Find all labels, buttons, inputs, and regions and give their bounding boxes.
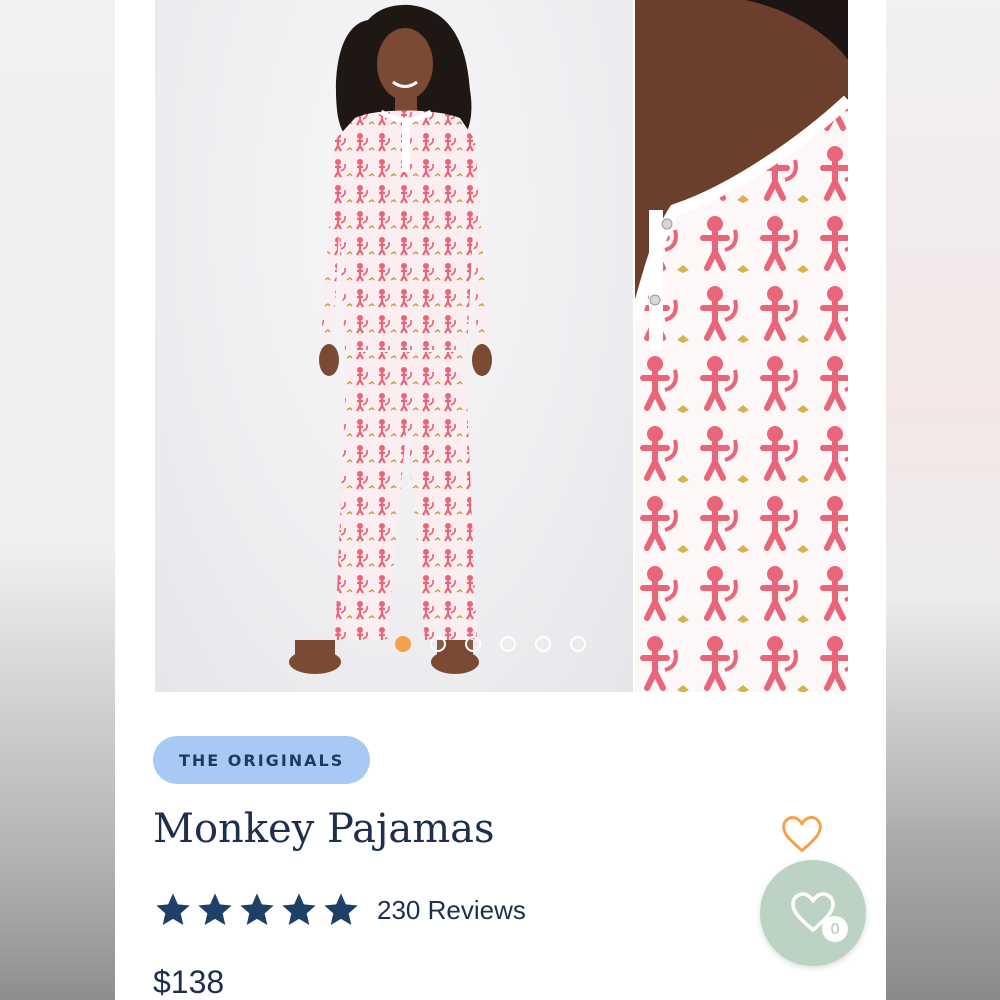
carousel-dot-3[interactable]	[465, 636, 481, 652]
model-illustration	[289, 4, 492, 674]
product-card: THE ORIGINALS Monkey Pajamas 230 Reviews…	[115, 0, 886, 1000]
heart-outline-icon[interactable]	[780, 812, 824, 856]
collection-badge-label: THE ORIGINALS	[179, 750, 345, 770]
model-full-length-photo[interactable]	[155, 0, 633, 692]
carousel-dot-6[interactable]	[570, 636, 586, 652]
wishlist-count-badge: 0	[822, 916, 848, 942]
product-title: Monkey Pajamas	[153, 806, 495, 852]
carousel-dot-4[interactable]	[500, 636, 516, 652]
product-rating[interactable]: 230 Reviews	[153, 890, 526, 930]
product-price: $138	[153, 964, 225, 1000]
reviews-link[interactable]: 230 Reviews	[377, 895, 526, 926]
neckline-illustration	[635, 0, 848, 692]
rating-stars	[153, 890, 361, 930]
star-icon	[156, 893, 190, 925]
star-icon	[324, 893, 358, 925]
product-image-gallery[interactable]	[155, 0, 848, 692]
carousel-dots	[395, 636, 586, 652]
background-right	[885, 0, 1000, 1000]
carousel-dot-5[interactable]	[535, 636, 551, 652]
star-icon	[240, 893, 274, 925]
star-icon	[198, 893, 232, 925]
wishlist-floating-button[interactable]: 0	[760, 860, 866, 966]
neckline-detail-photo[interactable]	[635, 0, 848, 692]
background-left	[0, 0, 115, 1000]
star-icon	[282, 893, 316, 925]
carousel-dot-2[interactable]	[430, 636, 446, 652]
collection-badge: THE ORIGINALS	[153, 736, 371, 784]
carousel-dot-1[interactable]	[395, 636, 411, 652]
